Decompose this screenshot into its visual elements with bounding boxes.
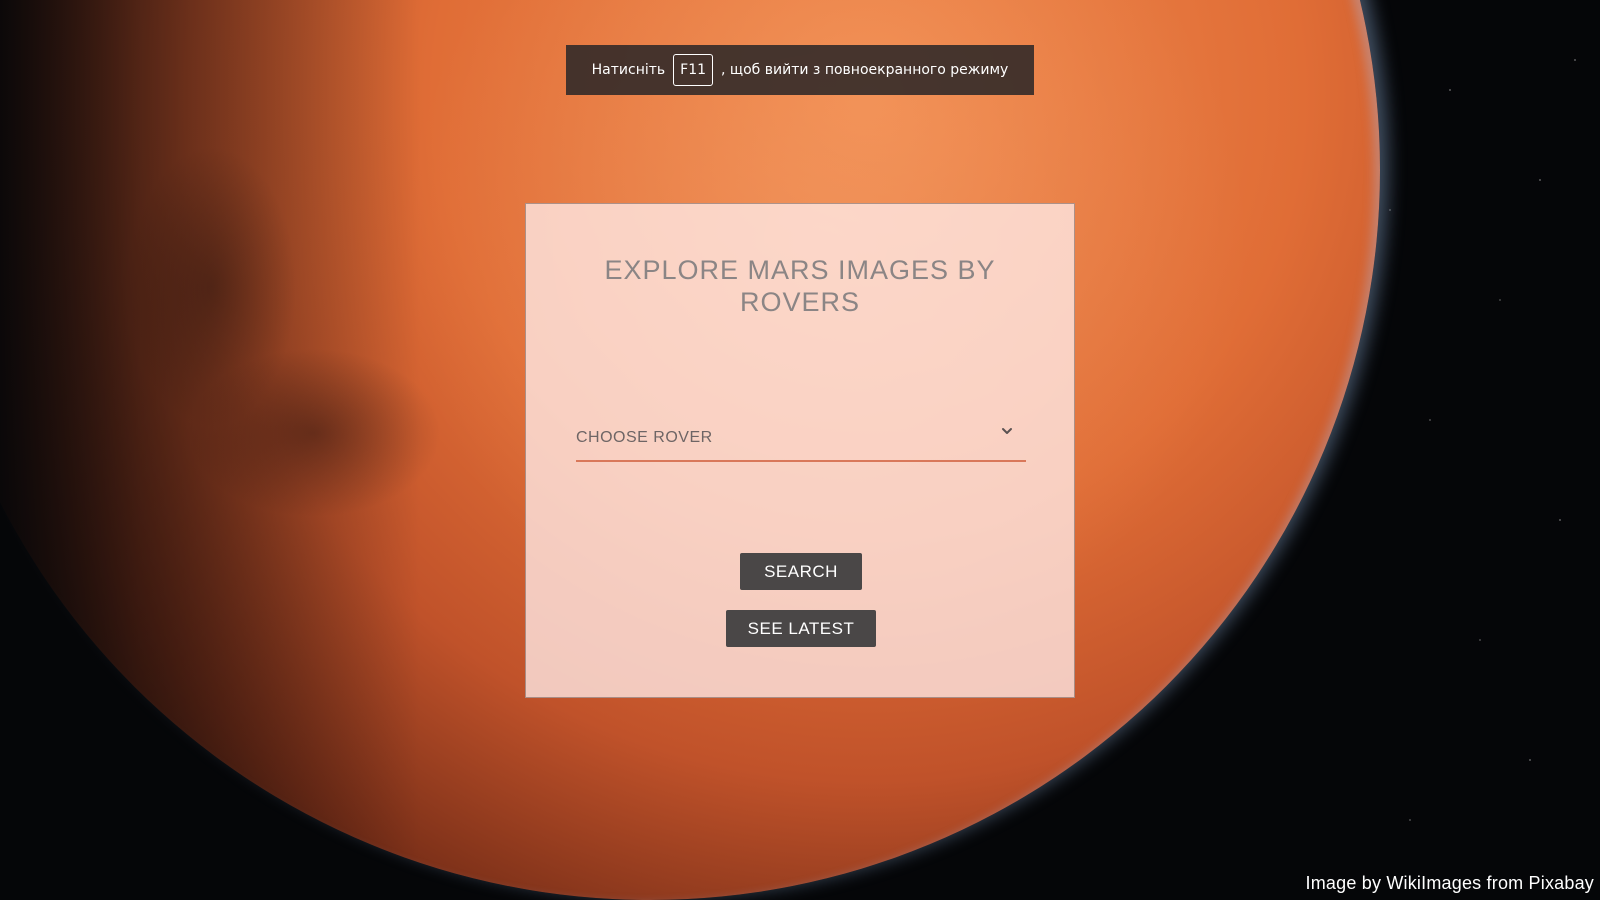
fullscreen-notice-prefix: Натисніть	[591, 62, 666, 78]
fullscreen-notice-suffix: , щоб вийти з повноекранного режиму	[721, 62, 1009, 78]
rover-select-value: CHOOSE ROVER	[576, 429, 713, 446]
f11-key-cap: F11	[673, 54, 714, 86]
search-button[interactable]: SEARCH	[740, 553, 862, 590]
page: Натисніть F11 , щоб вийти з повноекранно…	[0, 0, 1600, 900]
rover-select[interactable]: CHOOSE ROVER	[576, 412, 1026, 462]
image-credit: Image by WikiImages from Pixabay	[1305, 873, 1594, 893]
rover-search-card: EXPLORE MARS IMAGES BY ROVERS CHOOSE ROV…	[525, 203, 1075, 698]
fullscreen-notice: Натисніть F11 , щоб вийти з повноекранно…	[566, 45, 1034, 95]
chevron-down-icon	[1002, 428, 1012, 434]
page-title: EXPLORE MARS IMAGES BY ROVERS	[604, 255, 996, 317]
see-latest-button[interactable]: SEE LATEST	[726, 610, 876, 647]
